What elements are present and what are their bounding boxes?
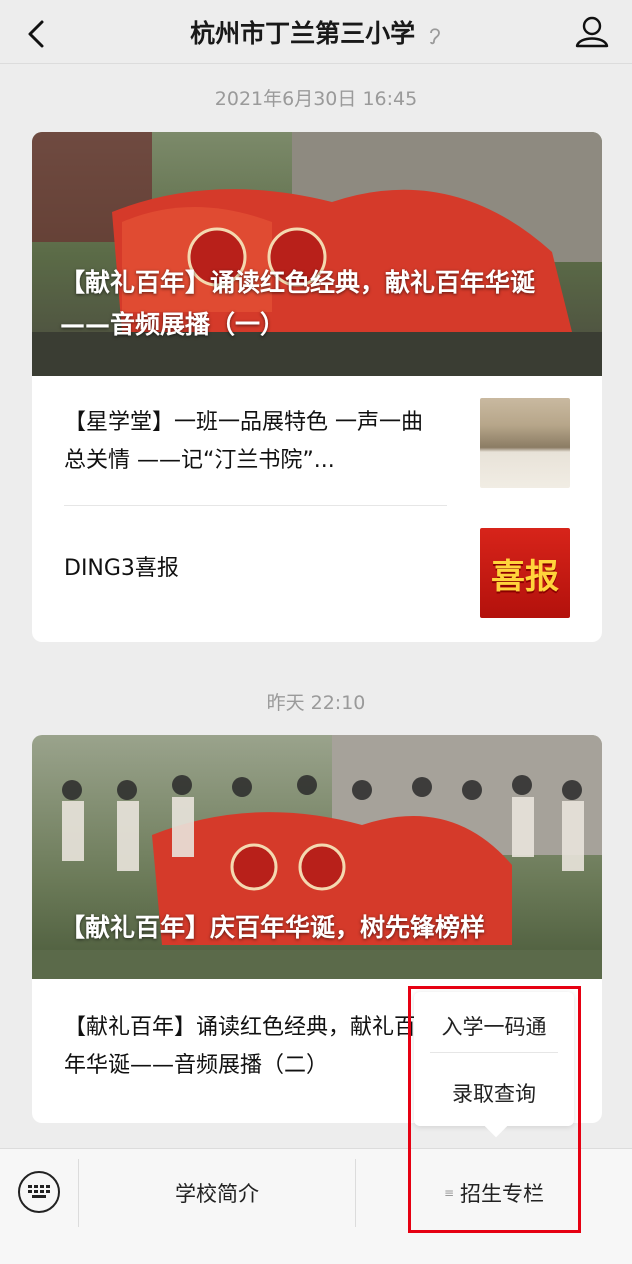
xibao-thumbnail: 喜报 xyxy=(480,528,570,618)
message-timestamp: 昨天 22:10 xyxy=(266,692,366,714)
page-title-wrap: 杭州市丁兰第三小学 xyxy=(0,14,632,50)
cover-title: 【献礼百年】庆百年华诞，树先锋榜样 xyxy=(60,913,486,942)
article-item[interactable]: DING3喜报 喜报 xyxy=(32,506,602,636)
navigation-bar: 杭州市丁兰第三小学 xyxy=(0,0,632,64)
message-timestamp: 2021年6月30日 16:45 xyxy=(214,88,418,110)
cover-article[interactable]: 【献礼百年】诵读红色经典，献礼百年华诞——音频展播（一） xyxy=(32,132,602,376)
keyboard-icon[interactable] xyxy=(18,1171,60,1213)
article-item[interactable]: 【星学堂】一班一品展特色 一声一曲总关情 ——记“汀兰书院”... xyxy=(32,376,602,506)
keyboard-keys-icon xyxy=(28,1185,50,1198)
page-title: 杭州市丁兰第三小学 xyxy=(190,19,416,48)
article-title: DING3喜报 xyxy=(64,556,179,581)
article-title: 【星学堂】一班一品展特色 一声一曲总关情 ——记“汀兰书院”... xyxy=(64,410,423,473)
article-title: 【献礼百年】诵读红色经典，献礼百年华诞——音频展播（二） xyxy=(64,1015,417,1078)
ear-icon xyxy=(429,28,440,45)
classroom-thumbnail xyxy=(480,398,570,488)
highlight-box xyxy=(408,986,581,1233)
cover-title: 【献礼百年】诵读红色经典，献礼百年华诞——音频展播（一） xyxy=(60,268,536,339)
person-icon[interactable] xyxy=(572,12,612,52)
cover-article[interactable]: 【献礼百年】庆百年华诞，树先锋榜样 xyxy=(32,735,602,979)
menu-school-intro[interactable]: 学校简介 xyxy=(79,1149,355,1237)
article-card: 【献礼百年】诵读红色经典，献礼百年华诞——音频展播（一） 【星学堂】一班一品展特… xyxy=(32,132,602,642)
